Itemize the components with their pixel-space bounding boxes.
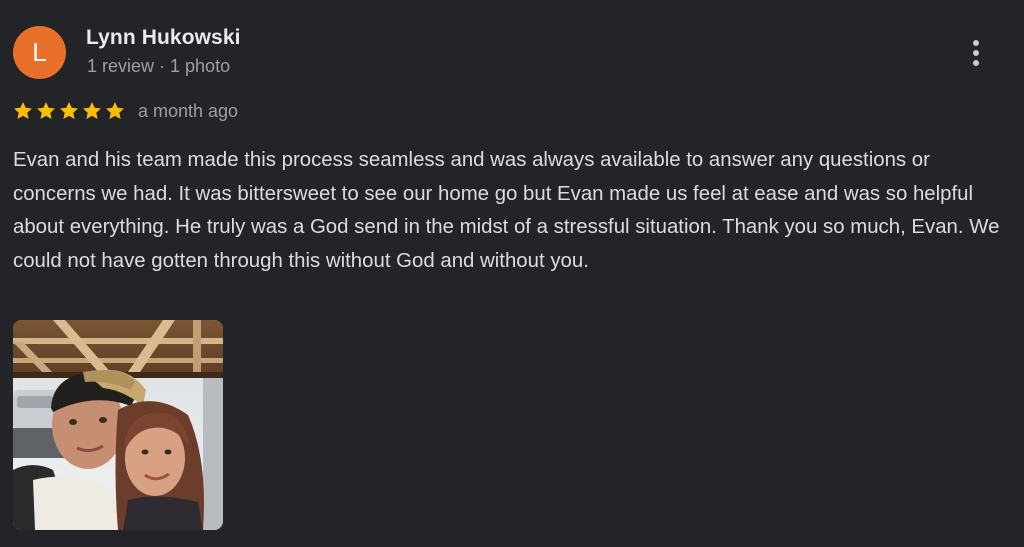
more-options-button[interactable]	[962, 36, 990, 70]
star-icon	[104, 100, 126, 122]
star-icon	[81, 100, 103, 122]
star-icon	[12, 100, 34, 122]
review-photo[interactable]	[13, 320, 223, 530]
review-date: a month ago	[138, 100, 239, 121]
review-card: L Lynn Hukowski 1 review · 1 photo a mon…	[0, 0, 1024, 547]
author-meta: 1 review · 1 photo	[87, 56, 231, 76]
more-vert-icon	[973, 40, 979, 46]
star-icon	[58, 100, 80, 122]
avatar-initial: L	[32, 37, 47, 67]
photo-image	[13, 320, 223, 530]
avatar[interactable]: L	[13, 26, 66, 79]
star-icon	[35, 100, 57, 122]
star-rating	[12, 100, 126, 122]
rating-row: a month ago	[12, 98, 238, 124]
author-name[interactable]: Lynn Hukowski	[86, 26, 241, 50]
review-text: Evan and his team made this process seam…	[13, 149, 1000, 272]
